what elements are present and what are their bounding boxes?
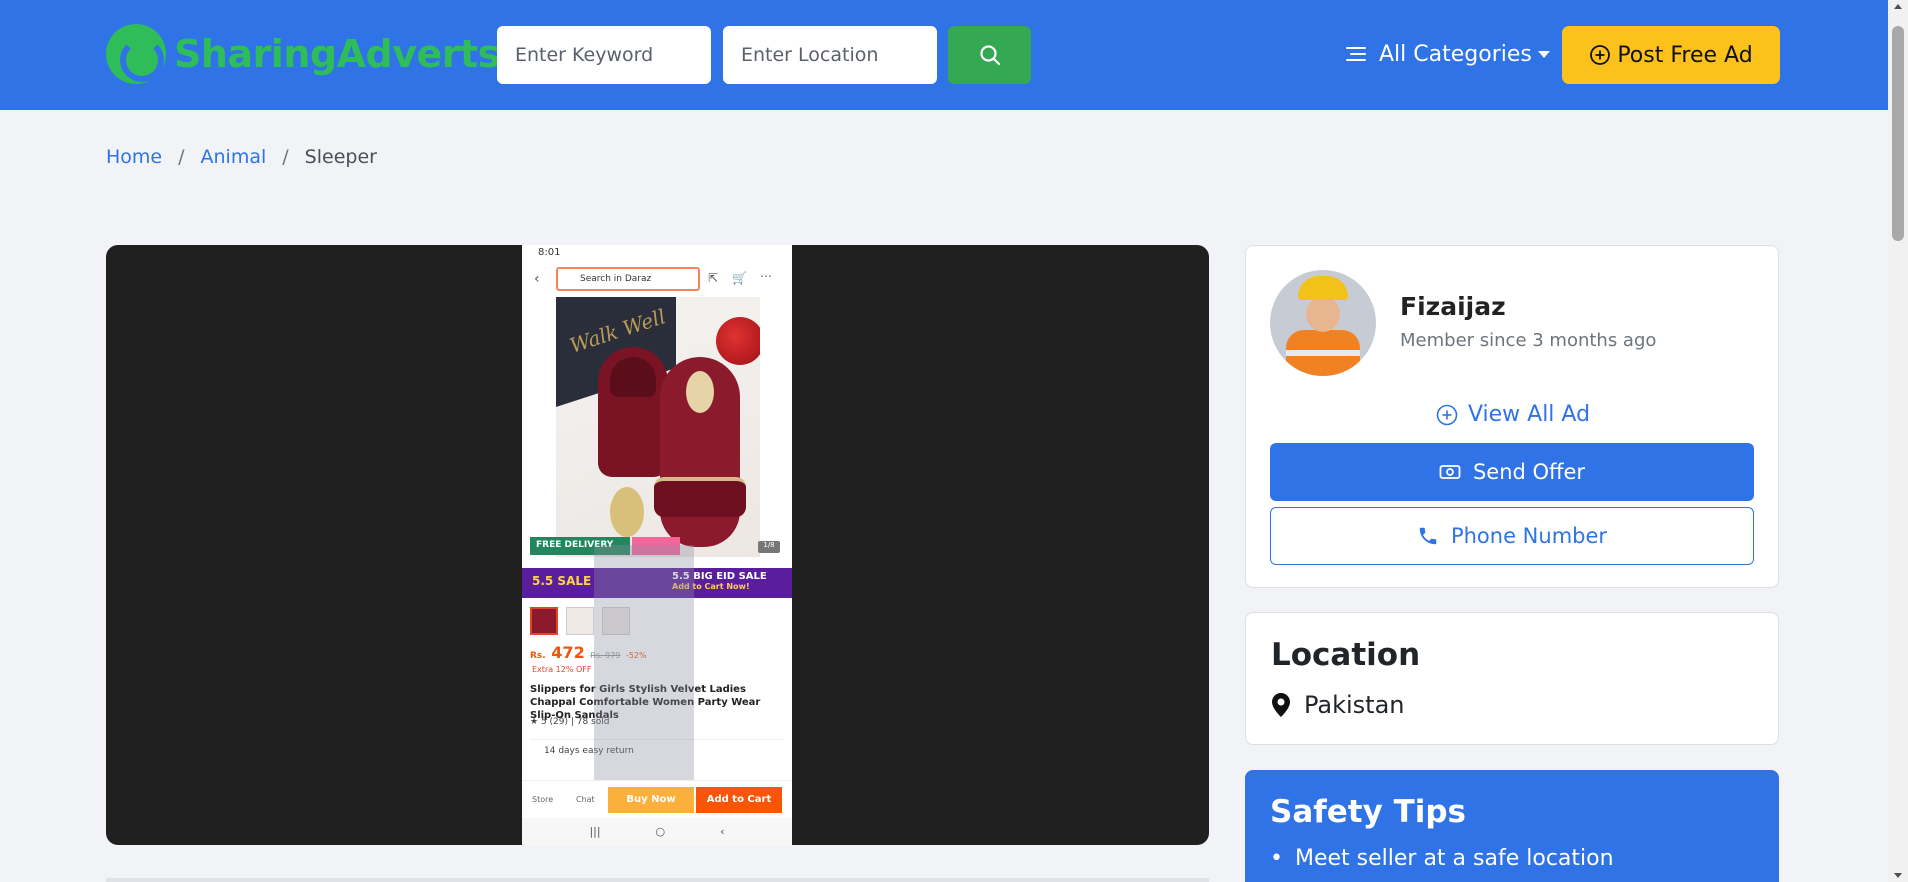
location-value: Pakistan — [1304, 691, 1405, 719]
page-scrollbar[interactable] — [1888, 0, 1908, 882]
ad-image-gallery[interactable]: 8:01 ‹ Search in Daraz ⇱ 🛒 ⋯ Walk Well F… — [106, 245, 1209, 845]
ad-photo-screenshot[interactable]: 8:01 ‹ Search in Daraz ⇱ 🛒 ⋯ Walk Well F… — [522, 245, 792, 845]
seller-card: Fizaijaz Member since 3 months ago View … — [1245, 245, 1779, 588]
post-free-ad-button[interactable]: Post Free Ad — [1562, 26, 1780, 84]
menu-icon — [1346, 47, 1366, 61]
location-input[interactable] — [723, 26, 937, 84]
home-circle-icon: ○ — [655, 825, 666, 838]
breadcrumb-home[interactable]: Home — [106, 146, 162, 168]
phone-bottom-bar: Store Chat Buy Now Add to Cart — [522, 780, 792, 818]
breadcrumb: Home / Animal / Sleeper — [106, 146, 377, 168]
location-row: Pakistan — [1272, 691, 1405, 719]
member-since: Member since 3 months ago — [1400, 330, 1657, 351]
scroll-down-arrow-icon[interactable] — [1894, 873, 1902, 878]
back-chevron-icon: ‹ — [720, 825, 725, 838]
view-all-ads-link[interactable]: View All Ad — [1246, 402, 1780, 427]
phone-status-time: 8:01 — [538, 247, 561, 258]
plus-circle-icon — [1436, 404, 1458, 425]
sale-banner-left: 5.5 SALE — [532, 574, 592, 588]
product-photo: Walk Well — [556, 297, 760, 557]
safety-tips-list: Meet seller at a safe location — [1270, 846, 1614, 871]
seller-name: Fizaijaz — [1400, 292, 1506, 321]
scroll-up-arrow-icon[interactable] — [1894, 4, 1902, 9]
phone-searchbar: ‹ Search in Daraz ⇱ 🛒 ⋯ — [532, 265, 784, 295]
all-categories-dropdown[interactable]: All Categories — [1345, 34, 1550, 74]
categories-label: All Categories — [1379, 41, 1532, 67]
chat-label: Chat — [576, 795, 595, 804]
cash-icon — [1439, 465, 1461, 479]
avatar — [1270, 270, 1376, 376]
location-title: Location — [1271, 637, 1421, 673]
back-arrow-icon: ‹ — [534, 271, 540, 287]
add-to-cart-label: Add to Cart — [696, 787, 782, 813]
image-overlay — [594, 545, 694, 795]
thumbnail — [566, 607, 594, 635]
map-pin-icon — [1272, 693, 1290, 717]
more-icon: ⋯ — [760, 269, 772, 283]
phone-number-button[interactable]: Phone Number — [1270, 507, 1754, 565]
phone-icon — [1419, 527, 1437, 545]
phone-nav-bar: ||| ○ ‹ — [522, 818, 792, 845]
chevron-down-icon — [1537, 50, 1550, 58]
phone-search-field: Search in Daraz — [556, 267, 700, 291]
send-offer-label: Send Offer — [1472, 460, 1586, 484]
image-counter: 1/8 — [758, 541, 780, 553]
phone-number-label: Phone Number — [1450, 524, 1608, 548]
rose-decoration — [716, 317, 760, 365]
view-all-label: View All Ad — [1467, 402, 1591, 427]
breadcrumb-separator: / — [178, 146, 185, 168]
breadcrumb-separator: / — [282, 146, 289, 168]
send-offer-button[interactable]: Send Offer — [1270, 443, 1754, 501]
logo-icon — [106, 24, 166, 84]
slipper-strap — [654, 477, 746, 517]
thumbnail — [530, 607, 558, 635]
keyword-input[interactable] — [497, 26, 711, 84]
search-button[interactable] — [948, 26, 1031, 84]
safety-tip: Meet seller at a safe location — [1270, 846, 1614, 871]
recents-icon: ||| — [589, 825, 601, 838]
store-label: Store — [532, 795, 554, 804]
top-navbar: SharingAdverts All Categories Post Free … — [0, 0, 1888, 110]
plus-circle-icon — [1590, 45, 1611, 65]
breadcrumb-current: Sleeper — [304, 146, 377, 168]
search-icon — [979, 45, 1000, 66]
slipper-left — [598, 347, 668, 477]
slipper-sole — [610, 487, 644, 537]
breadcrumb-animal[interactable]: Animal — [201, 146, 267, 168]
slipper-right — [654, 357, 746, 547]
share-icon: ⇱ — [708, 271, 719, 285]
slipper-insole — [686, 371, 714, 413]
safety-tips-card: Safety Tips Meet seller at a safe locati… — [1245, 770, 1779, 882]
extra-off-label: Extra 12% OFF — [532, 665, 592, 674]
logo-text: SharingAdverts — [174, 32, 500, 76]
site-logo[interactable]: SharingAdverts — [106, 24, 500, 84]
buy-now-label: Buy Now — [608, 787, 694, 813]
safety-title: Safety Tips — [1270, 794, 1466, 830]
location-card: Location Pakistan — [1245, 612, 1779, 745]
cart-icon: 🛒 — [732, 271, 747, 285]
next-section-edge — [106, 878, 1209, 882]
scroll-thumb[interactable] — [1892, 26, 1904, 241]
post-ad-label: Post Free Ad — [1617, 42, 1753, 68]
